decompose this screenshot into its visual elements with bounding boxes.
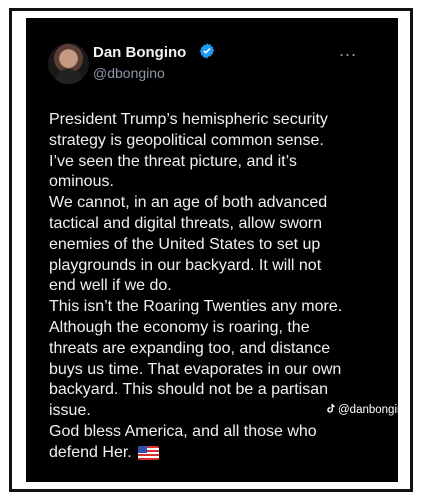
post-text-line: backyard. This should not be a partisan bbox=[49, 381, 328, 399]
post-text-line: playgrounds in our backyard. It will not bbox=[49, 256, 322, 274]
post-text-line: We cannot, in an age of both advanced bbox=[49, 194, 328, 212]
watermark-text: @danbongino bbox=[338, 404, 410, 416]
post-text-line: defend Her. bbox=[49, 443, 132, 461]
post-card: Dan Bongino @dbongino ... President Trum… bbox=[26, 18, 410, 482]
us-flag-icon bbox=[137, 445, 159, 460]
more-options-icon[interactable]: ... bbox=[339, 41, 357, 59]
tiktok-icon bbox=[327, 403, 335, 413]
verified-badge-icon bbox=[199, 43, 215, 59]
post-text-line: Although the economy is roaring, the bbox=[49, 318, 310, 336]
post-text-line: threats are expanding too, and distance bbox=[49, 339, 331, 357]
post-text-line: President Trump’s hemispheric security bbox=[49, 111, 328, 128]
author-name[interactable]: Dan Bongino bbox=[93, 44, 186, 61]
post-text-line: tactical and digital threats, allow swor… bbox=[49, 214, 323, 232]
post-text-line: This isn’t the Roaring Twenties any more… bbox=[49, 298, 343, 316]
post-text-line: strategy is geopolitical common sense. bbox=[49, 131, 324, 149]
author-handle[interactable]: @dbongino bbox=[93, 65, 165, 81]
post-text-line: end well if we do. bbox=[49, 277, 172, 295]
tiktok-watermark: @danbongino bbox=[325, 403, 410, 416]
post-text-line: God bless America, and all those who bbox=[49, 422, 317, 440]
post-text-line: ominous. bbox=[49, 173, 114, 191]
post-text-line: buys us time. That evaporates in our own bbox=[49, 360, 342, 378]
avatar[interactable] bbox=[48, 43, 89, 84]
post-text-line: I’ve seen the threat picture, and it’s bbox=[49, 152, 297, 170]
post-text-final-line: defend Her. bbox=[49, 443, 381, 464]
post-text-line: enemies of the United States to set up bbox=[49, 235, 321, 253]
